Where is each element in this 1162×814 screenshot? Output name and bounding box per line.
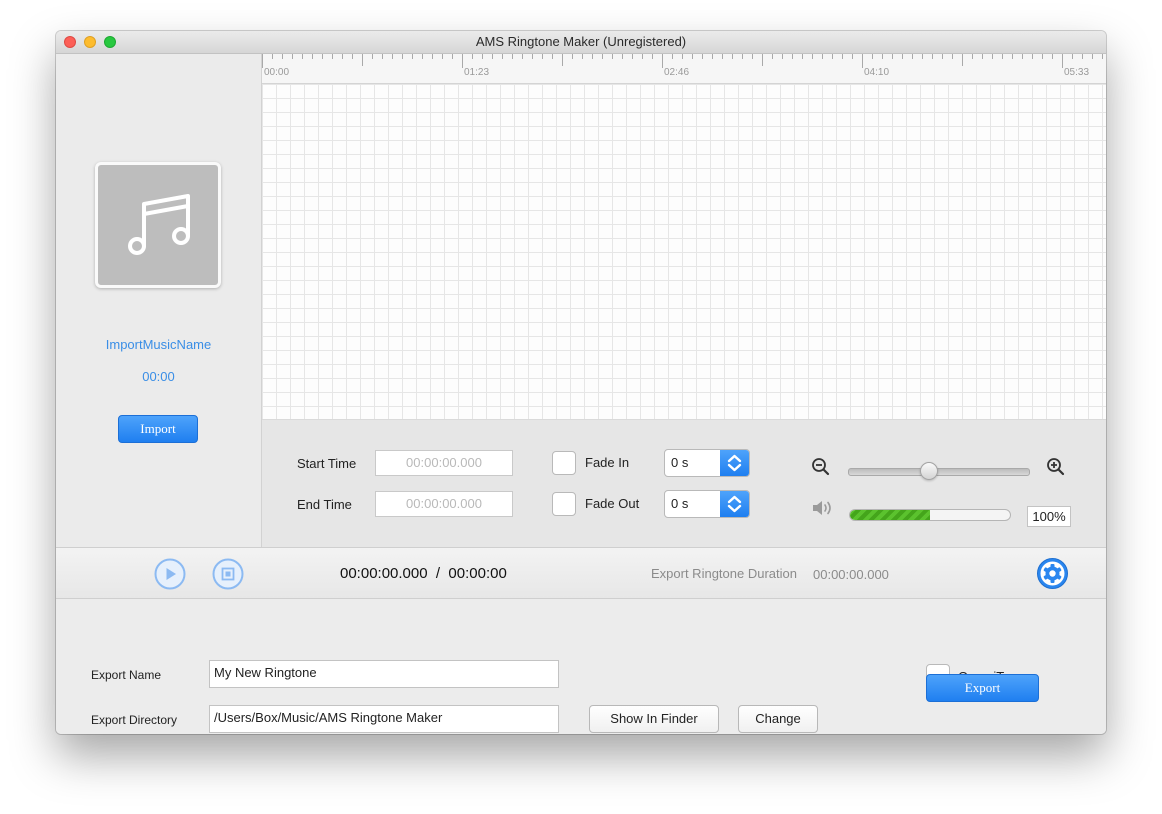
fade-in-value: 0 s bbox=[671, 455, 689, 470]
ruler-label-3: 04:10 bbox=[864, 67, 890, 78]
volume-level-fill bbox=[850, 510, 930, 520]
export-duration-label: Export Ringtone Duration bbox=[651, 566, 797, 581]
stop-icon bbox=[212, 558, 244, 590]
app-window: AMS Ringtone Maker (Unregistered) Import… bbox=[56, 31, 1106, 734]
timeline-ruler[interactable]: 00:00 01:23 02:46 04:10 05:33 bbox=[262, 54, 1106, 84]
ruler-label-1: 01:23 bbox=[464, 67, 490, 78]
music-duration: 00:00 bbox=[142, 369, 175, 384]
fade-in-select[interactable]: 0 s bbox=[664, 449, 750, 477]
import-button[interactable]: Import bbox=[118, 415, 198, 443]
volume-percent: 100% bbox=[1027, 506, 1071, 527]
show-in-finder-button[interactable]: Show In Finder bbox=[589, 705, 719, 733]
stop-button[interactable] bbox=[212, 558, 244, 595]
settings-icon bbox=[1037, 558, 1068, 589]
export-panel: Export Name My New Ringtone Export Direc… bbox=[56, 599, 1106, 734]
export-directory-label: Export Directory bbox=[91, 713, 178, 727]
playback-timecode: 00:00:00.000 / 00:00:00 bbox=[340, 565, 507, 582]
play-icon bbox=[154, 558, 186, 590]
zoom-slider[interactable] bbox=[848, 468, 1030, 476]
music-note-icon bbox=[128, 194, 190, 255]
close-window-button[interactable] bbox=[64, 36, 76, 48]
play-button[interactable] bbox=[154, 558, 186, 595]
fade-out-value: 0 s bbox=[671, 496, 689, 511]
volume-slider[interactable] bbox=[849, 509, 1011, 521]
stepper-arrows-icon bbox=[727, 495, 742, 513]
music-info-panel: ImportMusicName 00:00 Import bbox=[56, 54, 262, 547]
speaker-button[interactable] bbox=[811, 498, 835, 523]
export-name-input[interactable]: My New Ringtone bbox=[209, 660, 559, 688]
end-time-input[interactable]: 00:00:00.000 bbox=[375, 491, 513, 517]
minimize-window-button[interactable] bbox=[84, 36, 96, 48]
music-name: ImportMusicName bbox=[105, 337, 212, 352]
export-directory-input[interactable]: /Users/Box/Music/AMS Ringtone Maker bbox=[209, 705, 559, 733]
start-time-input[interactable]: 00:00:00.000 bbox=[375, 450, 513, 476]
fade-out-select[interactable]: 0 s bbox=[664, 490, 750, 518]
start-time-label: Start Time bbox=[297, 456, 357, 471]
export-duration-value: 00:00:00.000 bbox=[813, 567, 889, 582]
trim-controls: Start Time 00:00:00.000 End Time 00:00:0… bbox=[262, 419, 1106, 548]
export-button[interactable]: Export bbox=[926, 674, 1039, 702]
end-time-label: End Time bbox=[297, 497, 352, 512]
ruler-label-2: 02:46 bbox=[664, 67, 690, 78]
title-bar: AMS Ringtone Maker (Unregistered) bbox=[56, 31, 1106, 54]
transport-bar: 00:00:00.000 / 00:00:00 Export Ringtone … bbox=[56, 547, 1106, 599]
zoom-out-icon bbox=[812, 458, 830, 476]
album-art bbox=[95, 162, 221, 288]
zoom-in-button[interactable] bbox=[1046, 457, 1066, 482]
fade-out-checkbox[interactable] bbox=[552, 492, 576, 516]
change-directory-button[interactable]: Change bbox=[738, 705, 818, 733]
settings-button[interactable] bbox=[1036, 557, 1069, 595]
window-title: AMS Ringtone Maker (Unregistered) bbox=[475, 34, 687, 49]
fade-out-stepper[interactable] bbox=[720, 491, 749, 517]
export-name-label: Export Name bbox=[91, 668, 162, 682]
waveform-area[interactable] bbox=[262, 84, 1106, 419]
fade-in-label: Fade In bbox=[585, 455, 630, 470]
fade-out-label: Fade Out bbox=[585, 496, 640, 511]
maximize-window-button[interactable] bbox=[104, 36, 116, 48]
stepper-arrows-icon bbox=[727, 454, 742, 472]
ruler-label-0: 00:00 bbox=[264, 67, 290, 78]
fade-in-stepper[interactable] bbox=[720, 450, 749, 476]
zoom-slider-knob[interactable] bbox=[920, 462, 938, 480]
speaker-icon bbox=[813, 501, 831, 515]
zoom-in-icon bbox=[1047, 458, 1065, 476]
ruler-label-4: 05:33 bbox=[1064, 67, 1090, 78]
fade-in-checkbox[interactable] bbox=[552, 451, 576, 475]
zoom-out-button[interactable] bbox=[811, 457, 831, 482]
